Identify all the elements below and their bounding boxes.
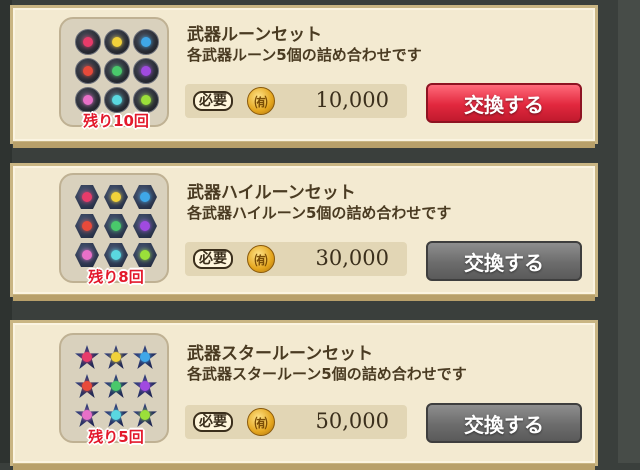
rune-gem-icon xyxy=(140,381,150,391)
rune-gem-icon xyxy=(111,410,121,420)
required-label: 必要 xyxy=(193,412,233,432)
rune-gem-icon xyxy=(141,95,151,105)
offer-panel-weapon-rune-set: 残り10回 武器ルーンセット 各武器ルーン5個の詰め合わせです 必要 ㈲ 10,… xyxy=(10,5,598,148)
required-label: 必要 xyxy=(193,91,233,111)
rune-grid xyxy=(75,345,157,427)
guild-coin-icon: ㈲ xyxy=(247,408,275,436)
remaining-count: 残り5回 xyxy=(88,428,144,446)
rune-grid xyxy=(75,185,157,267)
offer-title: 武器ルーンセット xyxy=(187,25,323,45)
offer-panel-weapon-star-rune-set: 残り5回 武器スタールーンセット 各武器スタールーン5個の詰め合わせです 必要 … xyxy=(10,320,598,470)
rune-icon xyxy=(133,243,157,267)
rune-gem-icon xyxy=(112,37,122,47)
rune-icon xyxy=(75,345,99,369)
cost-amount: 50,000 xyxy=(315,409,389,433)
rune-icon xyxy=(133,185,157,209)
cost-bar: 必要 ㈲ 50,000 xyxy=(185,405,407,439)
rune-gem-icon xyxy=(141,37,151,47)
rune-gem-icon xyxy=(140,410,150,420)
background-right xyxy=(618,0,640,463)
rune-icon xyxy=(104,403,128,427)
offer-title: 武器スタールーンセット xyxy=(187,344,374,364)
rune-icon xyxy=(104,214,128,238)
rune-icon xyxy=(75,29,101,55)
rune-gem-icon xyxy=(82,352,92,362)
rune-set-icon: 残り10回 xyxy=(59,17,169,130)
exchange-button[interactable]: 交換する xyxy=(426,83,582,123)
rune-icon xyxy=(75,403,99,427)
exchange-button[interactable]: 交換する xyxy=(426,241,582,281)
offer-description: 各武器ハイルーン5個の詰め合わせです xyxy=(187,204,452,222)
cost-bar: 必要 ㈲ 10,000 xyxy=(185,84,407,118)
rune-icon xyxy=(104,29,130,55)
rune-gem-icon xyxy=(111,381,121,391)
rune-gem-icon xyxy=(111,250,121,260)
rune-gem-icon xyxy=(141,66,151,76)
rune-gem-icon xyxy=(82,250,92,260)
rune-gem-icon xyxy=(111,192,121,202)
rune-icon xyxy=(75,214,99,238)
remaining-count: 残り8回 xyxy=(88,268,144,286)
rune-icon xyxy=(133,374,157,398)
rune-icon xyxy=(104,243,128,267)
rune-icon xyxy=(75,185,99,209)
rune-icon xyxy=(75,374,99,398)
rune-icon xyxy=(133,58,159,84)
required-label: 必要 xyxy=(193,249,233,269)
rune-icon xyxy=(104,374,128,398)
cost-amount: 10,000 xyxy=(315,88,389,112)
rune-set-icon: 残り8回 xyxy=(59,173,169,286)
rune-icon xyxy=(104,185,128,209)
rune-icon xyxy=(104,345,128,369)
rune-icon xyxy=(133,29,159,55)
rune-set-icon: 残り5回 xyxy=(59,333,169,446)
rune-gem-icon xyxy=(83,66,93,76)
rune-gem-icon xyxy=(82,221,92,231)
rune-icon xyxy=(75,243,99,267)
rune-gem-icon xyxy=(140,192,150,202)
rune-icon xyxy=(104,58,130,84)
remaining-count: 残り10回 xyxy=(83,112,149,130)
rune-gem-icon xyxy=(82,192,92,202)
rune-gem-icon xyxy=(140,250,150,260)
rune-icon xyxy=(75,58,101,84)
offer-description: 各武器ルーン5個の詰め合わせです xyxy=(187,46,422,64)
rune-gem-icon xyxy=(82,381,92,391)
rune-icon xyxy=(133,403,157,427)
guild-coin-icon: ㈲ xyxy=(247,87,275,115)
rune-gem-icon xyxy=(140,352,150,362)
rune-gem-icon xyxy=(111,352,121,362)
rune-gem-icon xyxy=(112,95,122,105)
exchange-button[interactable]: 交換する xyxy=(426,403,582,443)
rune-gem-icon xyxy=(83,95,93,105)
rune-icon xyxy=(133,214,157,238)
offer-title: 武器ハイルーンセット xyxy=(187,183,356,203)
offer-description: 各武器スタールーン5個の詰め合わせです xyxy=(187,365,467,383)
rune-gem-icon xyxy=(140,221,150,231)
cost-amount: 30,000 xyxy=(315,246,389,270)
offer-panel-weapon-high-rune-set: 残り8回 武器ハイルーンセット 各武器ハイルーン5個の詰め合わせです 必要 ㈲ … xyxy=(10,163,598,301)
rune-gem-icon xyxy=(82,410,92,420)
rune-icon xyxy=(133,345,157,369)
rune-grid xyxy=(75,29,159,113)
cost-bar: 必要 ㈲ 30,000 xyxy=(185,242,407,276)
rune-gem-icon xyxy=(111,221,121,231)
rune-gem-icon xyxy=(112,66,122,76)
rune-gem-icon xyxy=(83,37,93,47)
guild-coin-icon: ㈲ xyxy=(247,245,275,273)
